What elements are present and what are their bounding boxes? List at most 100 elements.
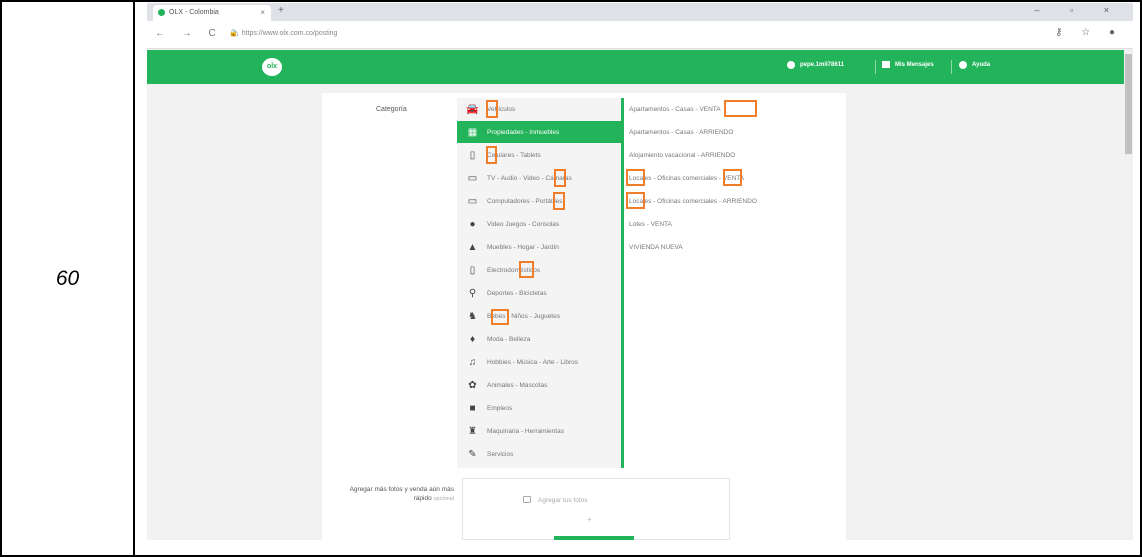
header-divider <box>875 60 876 74</box>
user-avatar-icon <box>787 61 795 69</box>
highlight-box <box>554 169 566 187</box>
highlight-box <box>724 100 757 117</box>
table-border-top <box>0 0 1142 2</box>
bicycle-icon: ⚲ <box>468 287 477 299</box>
post-form-panel: Categoría 🚘 Vehículos ▦ Propiedades - Inmu… <box>322 93 846 540</box>
help-icon <box>959 61 967 69</box>
header-divider <box>951 60 952 74</box>
user-menu[interactable]: pepe.1mil78611 <box>787 61 844 69</box>
category-item-muebles[interactable]: ▲ Muebles - Hogar - Jardín <box>457 236 622 258</box>
subcategory-item[interactable]: Lotes - VENTA <box>629 213 672 235</box>
phone-icon: ▯ <box>469 149 476 161</box>
highlight-box <box>491 309 509 325</box>
highlight-box <box>486 146 497 164</box>
category-item-maquinaria[interactable]: ♜ Maquinaria - Herramientas <box>457 420 622 442</box>
category-label-text: Servicios <box>487 450 514 458</box>
category-item-tv[interactable]: ▭ TV - Audio - Video - Cámaras <box>457 167 622 189</box>
category-item-celulares[interactable]: ▯ Celulares - Tablets <box>457 144 622 166</box>
highlight-box <box>626 192 645 209</box>
subcategory-item[interactable]: VIVIENDA NUEVA <box>629 236 683 258</box>
category-item-deportes[interactable]: ⚲ Deportes - Bicicletas <box>457 282 622 304</box>
highlight-box <box>486 100 498 118</box>
category-item-empleos[interactable]: ■ Empleos <box>457 397 622 419</box>
subcategory-item[interactable]: Apartamentos - Casas - VENTA <box>629 98 721 120</box>
gamepad-icon: ● <box>469 218 476 230</box>
window-controls[interactable]: – ▫ × <box>1035 5 1123 15</box>
category-label-text: Animales - Mascotas <box>487 381 548 389</box>
car-icon: 🚘 <box>466 103 479 115</box>
tab-close-icon[interactable]: × <box>260 8 265 17</box>
category-label-text: Hobbies - Música - Arte - Libros <box>487 358 579 366</box>
photo-upload-box[interactable]: Agregar tus fotos + <box>462 478 730 540</box>
category-label-text: Computadores - Portátiles <box>487 197 563 205</box>
subcategory-item[interactable]: Locales - Oficinas comerciales - ARRIEND… <box>629 190 757 212</box>
category-item-computadores[interactable]: ▭ Computadores - Portátiles <box>457 190 622 212</box>
table-border-middle <box>133 0 135 557</box>
help-label: Ayuda <box>972 62 991 68</box>
toolbar-icons[interactable]: ⚷ ☆ ● <box>1055 27 1123 38</box>
highlight-box <box>626 169 645 186</box>
stroller-icon: ♞ <box>468 310 477 322</box>
wrench-icon: ✎ <box>468 448 477 460</box>
new-tab-button[interactable]: + <box>278 5 284 16</box>
category-label-text: Deportes - Bicicletas <box>487 289 547 297</box>
help-link[interactable]: Ayuda <box>959 61 990 69</box>
messages-label: Mis Mensajes <box>895 61 934 68</box>
green-button-edge[interactable] <box>554 536 634 540</box>
category-label-text: Muebles - Hogar - Jardín <box>487 243 559 251</box>
highlight-box <box>723 169 742 186</box>
category-divider <box>621 98 624 468</box>
photo-label-optional: opcional <box>433 496 455 502</box>
messages-icon <box>882 61 890 68</box>
appliance-icon: ▯ <box>469 264 476 276</box>
category-item-electrodomesticos[interactable]: ▯ Electrodomésticos <box>457 259 622 281</box>
category-item-bebes[interactable]: ♞ Bebés - Niños - Juguetes <box>457 305 622 327</box>
category-item-videojuegos[interactable]: ● Video Juegos - Consolas <box>457 213 622 235</box>
page-scrollbar[interactable] <box>1124 50 1133 540</box>
tractor-icon: ♜ <box>468 425 477 437</box>
olx-logo[interactable]: olx <box>262 58 282 76</box>
category-item-moda[interactable]: ♦ Moda - Belleza <box>457 328 622 350</box>
photo-upload-text: Agregar tus fotos <box>538 497 588 504</box>
category-label-text: Moda - Belleza <box>487 335 531 343</box>
subcategory-item[interactable]: Alojamiento vacacional - ARRIENDO <box>629 144 735 166</box>
category-list: 🚘 Vehículos ▦ Propiedades - Inmuebles ▯ Cel… <box>457 98 622 468</box>
category-label-text: Empleos <box>487 404 513 412</box>
row-number: 60 <box>55 266 80 290</box>
plus-icon: + <box>587 515 592 524</box>
user-name: pepe.1mil78611 <box>800 62 845 68</box>
camera-icon <box>523 496 531 503</box>
highlight-box <box>519 261 534 278</box>
lock-icon: 🔒 <box>229 30 238 37</box>
tv-icon: ▭ <box>467 172 478 184</box>
site-header: olx pepe.1mil78611 Mis Mensajes Ayuda <box>147 50 1133 84</box>
building-icon: ▦ <box>467 126 478 138</box>
tab-title: OLX - Colombia <box>169 9 219 16</box>
row-number-cell: 60 <box>2 2 133 555</box>
dress-icon: ♦ <box>469 333 476 345</box>
category-label-text: Video Juegos - Consolas <box>487 220 560 228</box>
url-field[interactable]: 🔒 https://www.olx.com.co/posting <box>229 29 337 37</box>
olx-favicon-icon <box>158 9 165 16</box>
subcategory-item[interactable]: Apartamentos - Casas - ARRIENDO <box>629 121 733 143</box>
browser-tab[interactable]: OLX - Colombia × <box>153 5 271 21</box>
category-item-propiedades[interactable]: ▦ Propiedades - Inmuebles <box>457 121 622 143</box>
highlight-box <box>553 192 565 210</box>
sofa-icon: ▲ <box>467 241 478 253</box>
photo-upload-label: Agregar más fotos y venda aún más rápido… <box>332 485 454 504</box>
category-item-hobbies[interactable]: ♫ Hobbies - Música - Arte - Libros <box>457 351 622 373</box>
messages-link[interactable]: Mis Mensajes <box>882 61 934 68</box>
browser-screenshot: OLX - Colombia × + – ▫ × ← → C ⌂ 🔒 https:… <box>147 3 1133 540</box>
category-item-animales[interactable]: ✿ Animales - Mascotas <box>457 374 622 396</box>
briefcase-icon: ■ <box>469 402 476 414</box>
category-label-text: Propiedades - Inmuebles <box>487 128 560 136</box>
category-label: Categoría <box>376 106 407 113</box>
scrollbar-thumb[interactable] <box>1125 54 1132 154</box>
browser-tab-bar: OLX - Colombia × + – ▫ × <box>147 3 1133 21</box>
category-item-vehiculos[interactable]: 🚘 Vehículos <box>457 98 622 120</box>
category-label-text: Maquinaria - Herramientas <box>487 427 564 435</box>
url-text: https://www.olx.com.co/posting <box>241 30 338 37</box>
laptop-icon: ▭ <box>467 195 478 207</box>
document-table: 60 OLX - Colombia × + – ▫ × ← → C ⌂ 🔒 htt… <box>0 0 1142 557</box>
category-item-servicios[interactable]: ✎ Servicios <box>457 443 622 465</box>
